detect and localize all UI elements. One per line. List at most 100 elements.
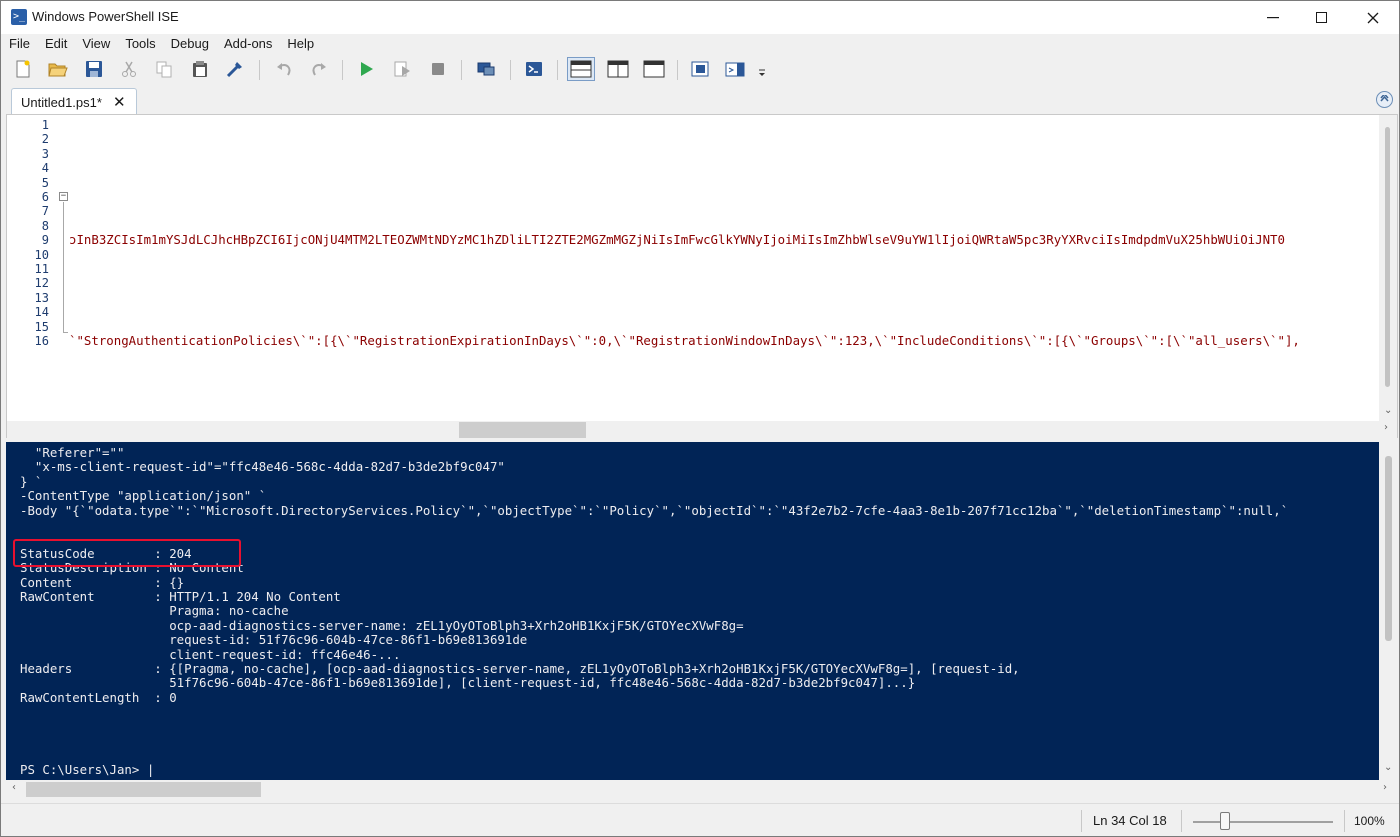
show-command-addon-button[interactable]	[725, 58, 747, 80]
fold-toggle-icon[interactable]: −	[59, 192, 68, 201]
line-number: 11	[34, 262, 49, 276]
console-line: RawContent : HTTP/1.1 204 No Content	[20, 589, 341, 604]
zoom-slider-thumb[interactable]	[1220, 812, 1230, 830]
scroll-down-icon[interactable]: ⌄	[1384, 762, 1392, 773]
console-line: RawContentLength : 0	[20, 689, 177, 705]
line-number: 15	[34, 319, 49, 334]
clear-console-button[interactable]	[224, 58, 246, 80]
fold-guide-end	[63, 332, 68, 333]
open-button[interactable]	[47, 58, 69, 80]
save-icon	[86, 61, 102, 77]
line-number: 4	[41, 161, 49, 176]
show-script-right-button[interactable]	[605, 58, 631, 80]
scroll-right-icon[interactable]: ›	[1383, 782, 1387, 793]
script-pane[interactable]: 1 2 3 4 5 6 7 8 9 10 11 12 13 14 15 16 −…	[6, 114, 1398, 438]
zoom-slider-track[interactable]	[1193, 821, 1333, 823]
line-number: 3	[41, 146, 49, 161]
console-line: Content : {}	[20, 574, 185, 590]
window-title: Windows PowerShell ISE	[32, 9, 179, 24]
show-script-maximized-icon	[643, 60, 665, 78]
save-button[interactable]	[83, 58, 105, 80]
start-powershell-button[interactable]	[523, 58, 545, 80]
run-selection-button[interactable]	[391, 58, 413, 80]
close-button[interactable]	[1350, 1, 1396, 34]
scrollbar-thumb[interactable]	[26, 782, 261, 797]
toolbar-overflow-icon	[759, 69, 765, 76]
console-line: request-id: 51f76c96-604b-47ce-86f1-b69e…	[20, 632, 528, 648]
console-line: 51f76c96-604b-47ce-86f1-b69e813691de], […	[20, 675, 916, 691]
tab-untitled1[interactable]: Untitled1.ps1* ✕	[11, 88, 137, 115]
new-remote-tab-button[interactable]	[475, 58, 497, 80]
script-vertical-scrollbar[interactable]: ⌄	[1379, 115, 1397, 421]
line-number-gutter: 1 2 3 4 5 6 7 8 9 10 11 12 13 14 15 16	[7, 115, 63, 421]
scrollbar-thumb[interactable]	[459, 422, 586, 438]
redo-button[interactable]	[308, 58, 330, 80]
stop-button[interactable]	[427, 58, 449, 80]
undo-icon	[277, 63, 291, 76]
line-number: 12	[34, 276, 49, 291]
line-number: 9	[41, 233, 49, 248]
copy-button[interactable]	[153, 58, 175, 80]
maximize-button[interactable]	[1298, 1, 1344, 34]
console-vertical-scrollbar[interactable]: ⌄	[1379, 442, 1398, 780]
menu-file[interactable]: File	[1, 34, 37, 54]
console-line: client-request-id: ffc46e46-...	[20, 646, 401, 662]
menu-debug[interactable]: Debug	[163, 34, 216, 54]
console-line: -ContentType "application/json" `	[20, 488, 267, 504]
script-horizontal-scrollbar[interactable]: ›	[7, 421, 1397, 438]
undo-button[interactable]	[273, 58, 295, 80]
toolbar-separator	[342, 60, 343, 80]
cut-button[interactable]	[118, 58, 140, 80]
console-prompt[interactable]: PS C:\Users\Jan> |	[20, 762, 154, 777]
toolbar-separator	[461, 60, 462, 80]
scrollbar-thumb[interactable]	[1385, 456, 1392, 641]
show-command-addon-icon	[725, 62, 745, 77]
line-number: 5	[41, 175, 49, 190]
scroll-left-icon[interactable]: ‹	[12, 782, 16, 793]
minimize-button[interactable]	[1250, 1, 1296, 34]
status-code-highlight	[13, 539, 241, 567]
menu-edit[interactable]: Edit	[37, 34, 74, 54]
clear-console-icon	[226, 62, 242, 78]
menu-view[interactable]: View	[74, 34, 117, 54]
tab-label: Untitled1.ps1*	[21, 95, 102, 110]
tab-close-icon[interactable]: ✕	[113, 93, 126, 111]
cursor-position: Ln 34 Col 18	[1093, 813, 1167, 828]
console-pane[interactable]: "Referer"="" "x-ms-client-request-id"="f…	[6, 442, 1398, 798]
show-script-maximized-button[interactable]	[641, 58, 667, 80]
collapse-script-pane-button[interactable]	[1376, 91, 1393, 108]
zoom-level: 100%	[1354, 814, 1385, 828]
console-line: "x-ms-client-request-id"="ffc48e46-568c-…	[20, 459, 505, 475]
title-bar: >_ Windows PowerShell ISE	[1, 1, 1399, 34]
line-number: 10	[34, 247, 49, 262]
toolbar	[1, 54, 1399, 84]
code-line-16: `"StrongAuthenticationPolicies\`":[{\`"R…	[69, 334, 1300, 348]
menu-add-ons[interactable]: Add-ons	[216, 34, 279, 54]
show-script-top-button[interactable]	[567, 57, 595, 81]
line-number: 1	[41, 118, 49, 132]
console-line: } `	[20, 473, 43, 489]
scrollbar-thumb[interactable]	[1385, 127, 1390, 387]
new-remote-tab-icon	[477, 62, 495, 76]
line-number: 14	[34, 305, 49, 320]
start-powershell-icon	[526, 62, 542, 76]
run-selection-icon	[394, 61, 410, 77]
console-horizontal-scrollbar[interactable]: ‹ ›	[6, 780, 1398, 798]
menu-tools[interactable]: Tools	[117, 34, 162, 54]
powershell-ise-icon: >_	[11, 9, 27, 25]
paste-button[interactable]	[189, 58, 211, 80]
open-icon	[48, 63, 68, 77]
run-script-button[interactable]	[355, 58, 377, 80]
line-number: 13	[34, 290, 49, 305]
menu-help[interactable]: Help	[279, 34, 321, 54]
close-icon	[1367, 12, 1379, 23]
scroll-down-icon[interactable]: ⌄	[1384, 405, 1392, 416]
maximize-icon	[1315, 12, 1327, 23]
new-script-button[interactable]	[12, 58, 34, 80]
new-script-icon	[16, 60, 30, 78]
run-script-icon	[361, 62, 373, 76]
scroll-right-icon[interactable]: ›	[1384, 422, 1388, 433]
show-command-window-button[interactable]	[689, 58, 711, 80]
toolbar-overflow-button[interactable]	[756, 66, 768, 80]
cut-icon	[122, 61, 136, 77]
